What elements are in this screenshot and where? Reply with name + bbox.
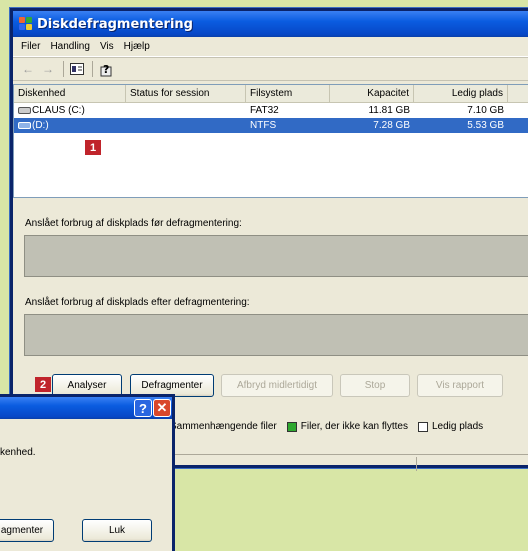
drive-name: CLAUS (C:) xyxy=(32,105,85,116)
stop-button[interactable]: Stop xyxy=(340,374,410,397)
legend-contiguous-label: Sammenhængende filer xyxy=(170,421,277,432)
toolbar-separator xyxy=(92,61,93,77)
defrag-dialog: ? ✕ kenhed. agmenter Luk xyxy=(0,394,175,551)
svg-text:?: ? xyxy=(103,63,109,76)
hard-drive-icon xyxy=(18,121,31,129)
dialog-message: kenhed. xyxy=(0,447,36,458)
col-filesystem[interactable]: Filsystem xyxy=(246,85,330,102)
defrag-app-icon xyxy=(19,17,33,31)
pause-button[interactable]: Afbryd midlertidigt xyxy=(221,374,333,397)
dialog-defragment-button[interactable]: agmenter xyxy=(0,519,54,542)
col-capacity[interactable]: Kapacitet xyxy=(330,85,414,102)
drive-row-c[interactable]: CLAUS (C:) FAT32 11.81 GB 7.10 GB xyxy=(14,103,528,118)
drive-row-d[interactable]: (D:) NTFS 7.28 GB 5.53 GB xyxy=(14,118,528,133)
legend-unmovable-label: Filer, der ikke kan flyttes xyxy=(300,421,408,432)
callout-badge-2: 2 xyxy=(35,377,51,392)
title-bar[interactable]: Diskdefragmentering xyxy=(13,11,528,37)
drive-free: 5.53 GB xyxy=(467,120,504,131)
drive-capacity: 11.81 GB xyxy=(368,105,410,116)
back-arrow-icon[interactable]: ← xyxy=(19,60,37,78)
drive-name: (D:) xyxy=(32,120,49,131)
col-drive[interactable]: Diskenhed xyxy=(14,85,126,102)
before-usage-bar xyxy=(24,235,528,277)
help-icon[interactable]: ? xyxy=(97,60,115,78)
toolbar-separator xyxy=(63,61,64,77)
drive-capacity: 7.28 GB xyxy=(373,120,410,131)
status-separator xyxy=(416,457,417,471)
toolbar: ← → ? xyxy=(13,57,528,81)
after-label: Anslået forbrug af diskplads efter defra… xyxy=(25,297,250,308)
drive-list-header: Diskenhed Status for session Filsystem K… xyxy=(14,85,528,103)
menu-bar: Filer Handling Vis Hjælp xyxy=(13,37,528,57)
before-label: Anslået forbrug af diskplads før defragm… xyxy=(25,218,242,229)
legend-free-label: Ledig plads xyxy=(432,421,484,432)
menu-file[interactable]: Filer xyxy=(21,41,40,52)
properties-icon[interactable] xyxy=(68,60,86,78)
drive-fs: FAT32 xyxy=(250,105,279,116)
legend-unmovable-swatch xyxy=(286,421,297,432)
drive-fs: NTFS xyxy=(250,120,277,131)
close-icon[interactable]: ✕ xyxy=(153,399,171,417)
help-icon[interactable]: ? xyxy=(134,399,152,417)
window-title: Diskdefragmentering xyxy=(37,16,193,32)
report-button[interactable]: Vis rapport xyxy=(417,374,503,397)
hard-drive-icon xyxy=(18,106,31,114)
menu-view[interactable]: Vis xyxy=(100,41,114,52)
col-free-space[interactable]: Ledig plads xyxy=(414,85,508,102)
legend: Sammenhængende filer Filer, der ikke kan… xyxy=(170,421,483,432)
legend-free-swatch xyxy=(418,421,428,432)
callout-badge-1: 1 xyxy=(85,140,101,155)
after-usage-bar xyxy=(24,314,528,356)
dialog-close-button[interactable]: Luk xyxy=(82,519,152,542)
drive-free: 7.10 GB xyxy=(467,105,504,116)
forward-arrow-icon[interactable]: → xyxy=(39,60,57,78)
dialog-title-bar[interactable]: ? ✕ xyxy=(0,397,172,419)
col-status[interactable]: Status for session xyxy=(126,85,246,102)
menu-help[interactable]: Hjælp xyxy=(124,41,150,52)
menu-action[interactable]: Handling xyxy=(50,41,89,52)
